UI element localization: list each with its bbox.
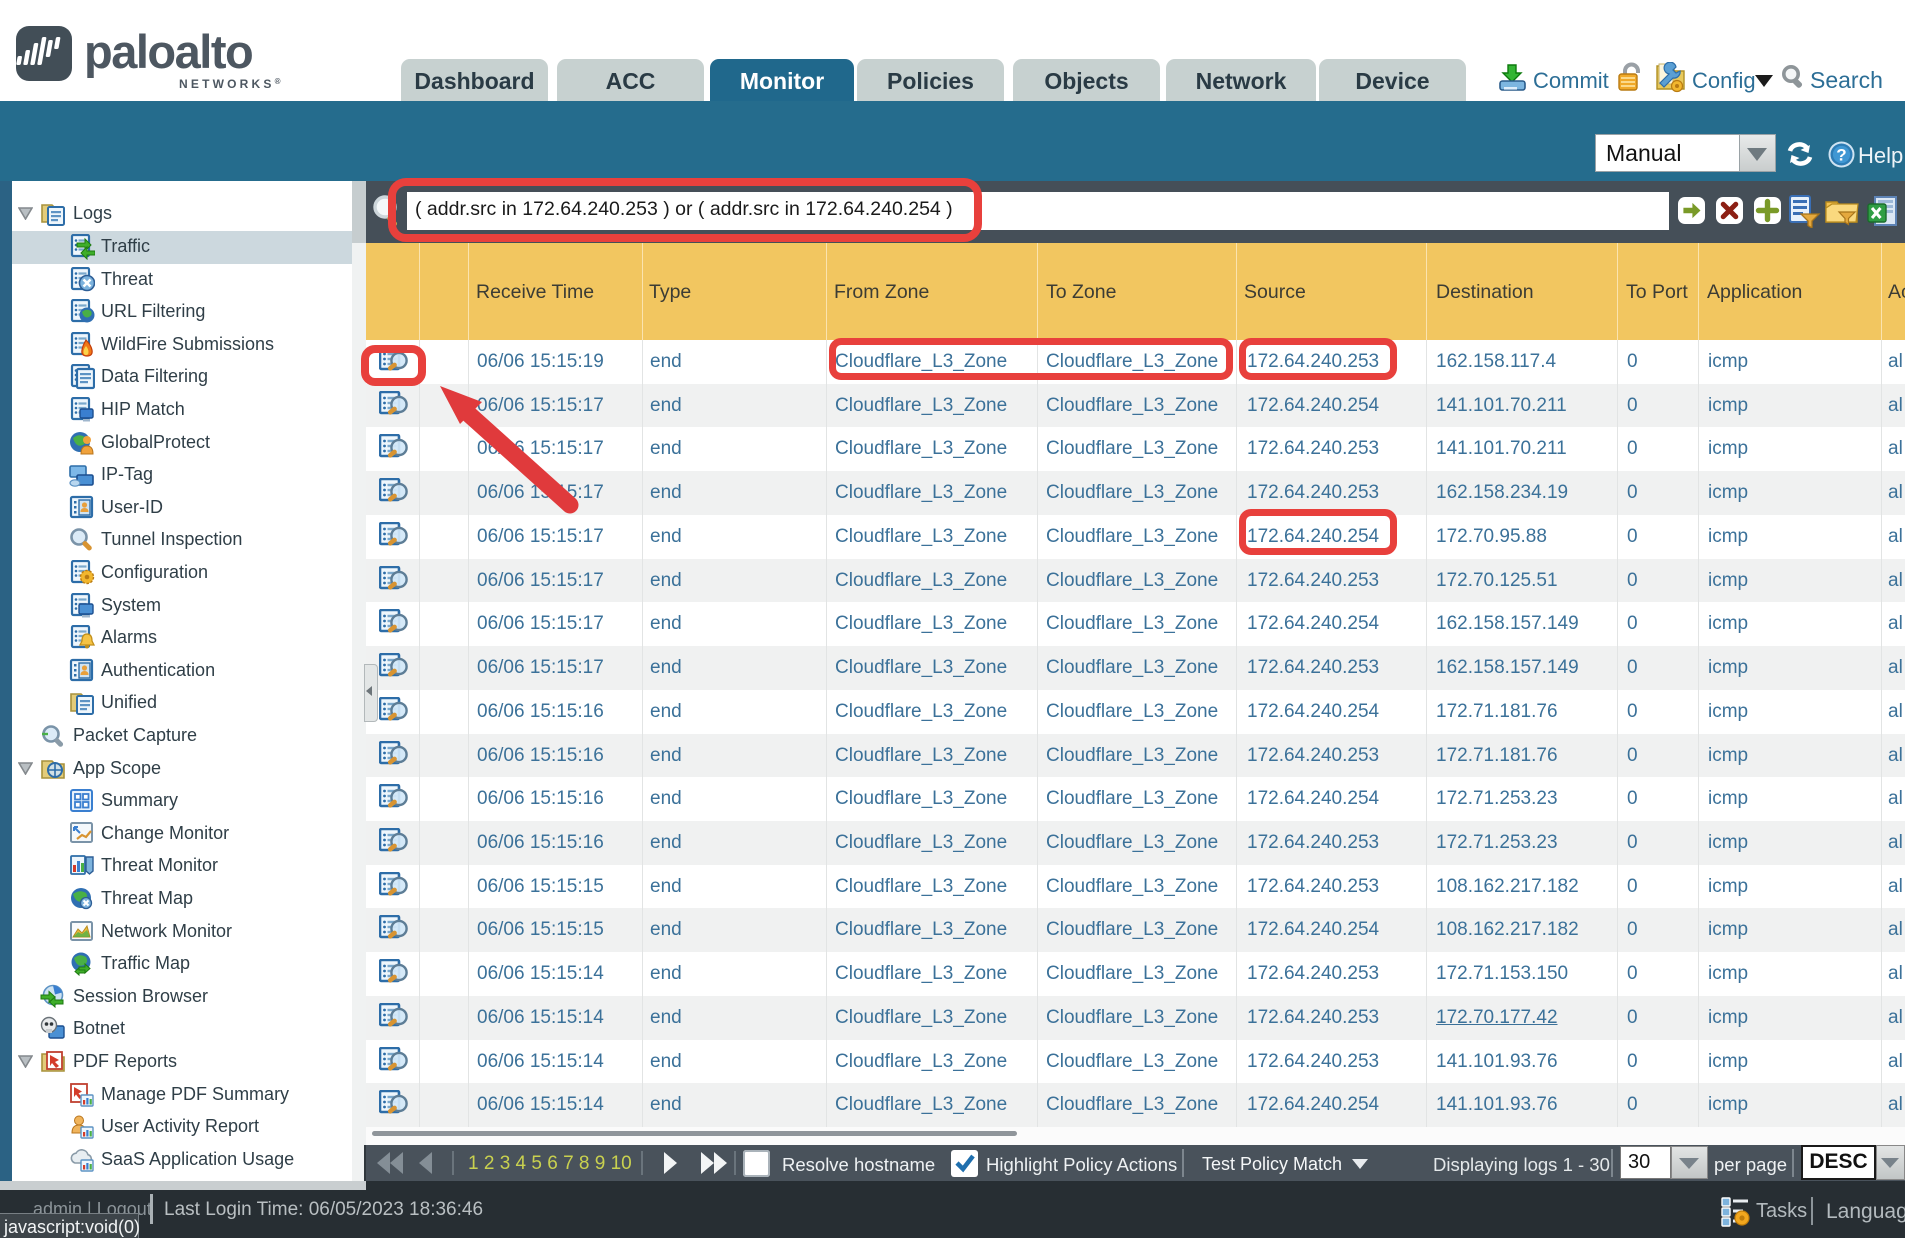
svg-text:?: ? xyxy=(1836,146,1846,165)
